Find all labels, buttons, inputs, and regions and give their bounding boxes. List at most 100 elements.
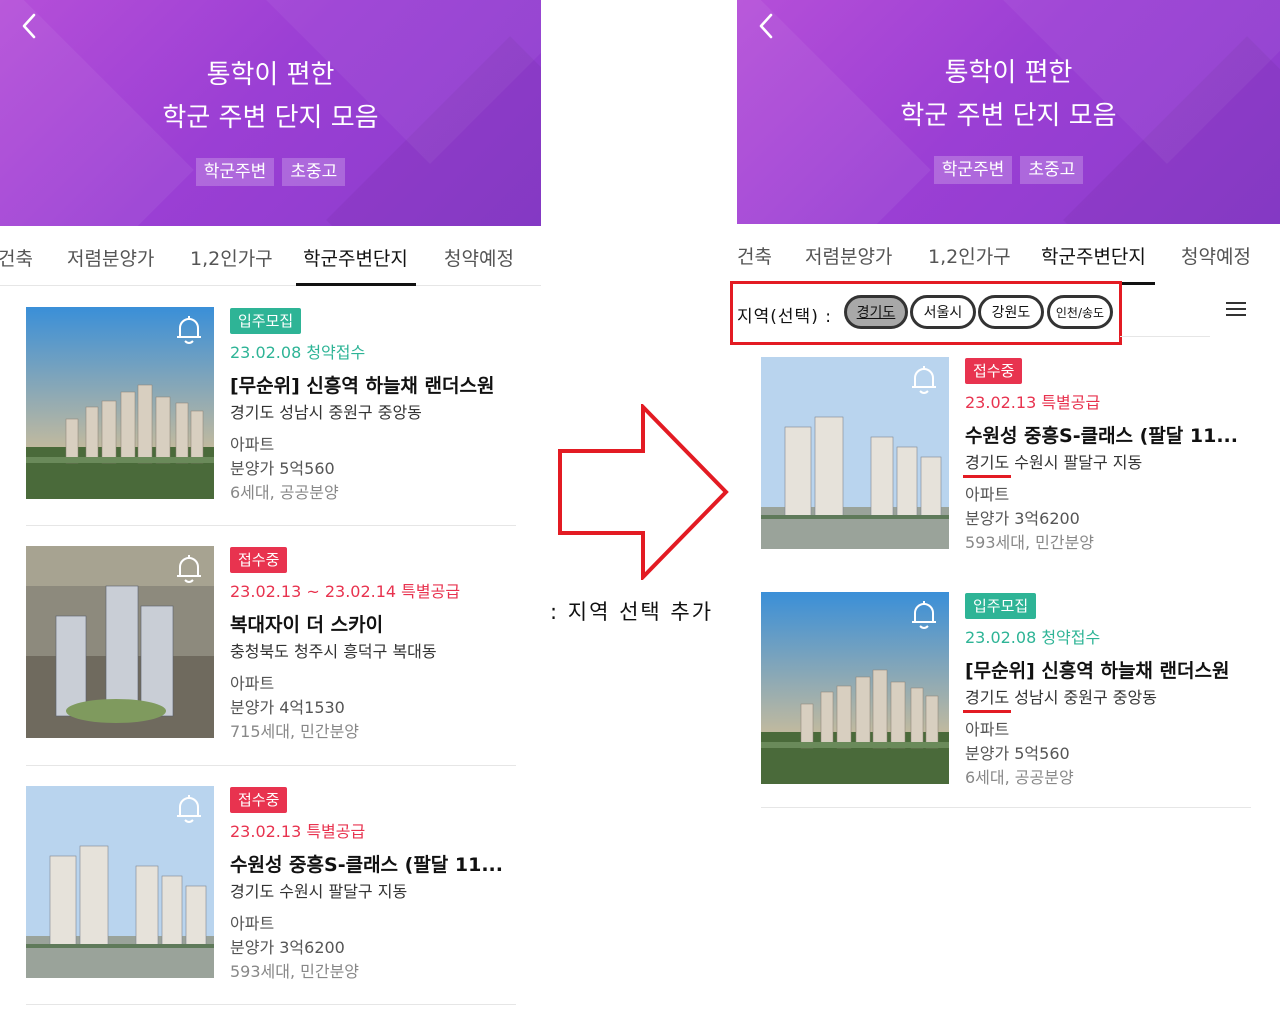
tab-school-district[interactable]: 학군주변단지	[303, 244, 408, 271]
complex-photo	[761, 357, 949, 549]
tab-school-district[interactable]: 학군주변단지	[1041, 242, 1146, 269]
category-tabs: 건축 저렴분양가 1,2인가구 학군주변단지 청약예정	[0, 226, 541, 286]
complex-photo	[26, 307, 214, 499]
sale-price: 분양가 3억6200	[230, 938, 345, 957]
complex-name: 수원성 중흥S-클래스 (팔달 11...	[965, 425, 1238, 447]
complex-address: 경기도 수원시 팔달구 지동	[230, 882, 408, 901]
right-arrow-icon	[558, 404, 729, 580]
tag-school-area: 학군주변	[195, 158, 275, 186]
property-type: 아파트	[230, 914, 275, 933]
region-filter-bar: 지역(선택) : 경기도 서울시 강원도 인천/송도	[730, 281, 1122, 345]
tag-school-area: 학군주변	[933, 156, 1013, 184]
complex-name: [무순위] 신흥역 하늘채 랜더스원	[965, 660, 1230, 682]
unit-count: 593세대, 민간분양	[230, 962, 360, 981]
complex-photo	[761, 592, 949, 784]
region-chip-incheon-songdo[interactable]: 인천/송도	[1047, 295, 1113, 329]
status-badge: 접수중	[230, 547, 288, 573]
listing-card[interactable]: 접수중 23.02.13 특별공급 수원성 중흥S-클래스 (팔달 11... …	[26, 786, 516, 986]
complex-address: 경기도 성남시 중원구 중앙동	[965, 684, 1157, 708]
sale-price: 분양가 4억1530	[230, 698, 345, 717]
bell-icon[interactable]	[172, 552, 206, 586]
sale-price: 분양가 5억560	[965, 744, 1070, 763]
address-detail: 수원시 팔달구 지동	[1009, 453, 1143, 472]
region-filter-label: 지역(선택) :	[737, 307, 832, 327]
unit-count: 715세대, 민간분양	[230, 722, 360, 741]
back-arrow-icon[interactable]	[753, 12, 781, 40]
status-badge: 접수중	[230, 787, 288, 813]
listing-card[interactable]: 입주모집 23.02.08 청약접수 [무순위] 신흥역 하늘채 랜더스원 경기…	[761, 592, 1251, 792]
annotation-caption: : 지역 선택 추가	[550, 600, 714, 624]
schedule-text: 23.02.13 ~ 23.02.14 특별공급	[230, 582, 461, 601]
region-chip-gangwon[interactable]: 강원도	[978, 295, 1044, 329]
highlighted-region: 경기도	[965, 688, 1010, 707]
hero-title-line2: 학군 주변 단지 모음	[900, 101, 1117, 131]
tab-subscription-planned[interactable]: 청약예정	[444, 244, 514, 271]
complex-address: 경기도 성남시 중원구 중앙동	[230, 403, 422, 422]
hero-banner: 통학이 편한 학군 주변 단지 모음 학군주변 초중고	[0, 0, 541, 226]
unit-count: 593세대, 민간분양	[965, 533, 1095, 552]
bell-icon[interactable]	[907, 363, 941, 397]
tab-single-household[interactable]: 1,2인가구	[190, 244, 273, 271]
complex-photo	[26, 786, 214, 978]
tab-single-household[interactable]: 1,2인가구	[928, 242, 1011, 269]
divider	[1120, 336, 1210, 337]
tab-construction[interactable]: 건축	[737, 242, 772, 269]
hero-banner: 통학이 편한 학군 주변 단지 모음 학군주변 초중고	[737, 0, 1280, 224]
listing-card[interactable]: 접수중 23.02.13 ~ 23.02.14 특별공급 복대자이 더 스카이 …	[26, 546, 516, 746]
hero-title: 통학이 편한 학군 주변 단지 모음	[737, 52, 1280, 138]
menu-icon[interactable]	[1226, 302, 1246, 316]
hero-title: 통학이 편한 학군 주변 단지 모음	[0, 54, 541, 140]
tab-subscription-planned[interactable]: 청약예정	[1181, 242, 1251, 269]
complex-address: 경기도 수원시 팔달구 지동	[965, 449, 1142, 473]
highlighted-region: 경기도	[965, 453, 1010, 472]
property-type: 아파트	[965, 720, 1010, 739]
address-detail: 성남시 중원구 중앙동	[1009, 688, 1157, 707]
unit-count: 6세대, 공공분양	[965, 768, 1074, 787]
sale-price: 분양가 5억560	[230, 459, 335, 478]
tab-low-price[interactable]: 저렴분양가	[805, 242, 892, 269]
after-screen: 통학이 편한 학군 주변 단지 모음 학군주변 초중고 건축 저렴분양가 1,2…	[737, 0, 1280, 1019]
divider	[761, 807, 1251, 808]
schedule-text: 23.02.08 청약접수	[230, 343, 366, 362]
region-chip-label: 인천/송도	[1055, 305, 1105, 320]
schedule-text: 23.02.13 특별공급	[965, 393, 1101, 412]
hero-tags: 학군주변 초중고	[0, 158, 541, 186]
region-chip-label: 서울시	[923, 305, 963, 321]
bell-icon[interactable]	[907, 598, 941, 632]
divider	[26, 765, 516, 766]
before-screen: 통학이 편한 학군 주변 단지 모음 학군주변 초중고 건축 저렴분양가 1,2…	[0, 0, 541, 1019]
hero-title-line1: 통학이 편한	[206, 60, 335, 90]
hero-title-line1: 통학이 편한	[944, 58, 1073, 88]
status-badge: 입주모집	[965, 593, 1037, 619]
listing-card[interactable]: 접수중 23.02.13 특별공급 수원성 중흥S-클래스 (팔달 11... …	[761, 357, 1251, 557]
complex-address: 충청북도 청주시 흥덕구 복대동	[230, 642, 437, 661]
bell-icon[interactable]	[172, 792, 206, 826]
sale-price: 분양가 3억6200	[965, 509, 1080, 528]
divider	[26, 1004, 516, 1005]
schedule-text: 23.02.13 특별공급	[230, 822, 366, 841]
tag-schools: 초중고	[282, 158, 346, 186]
region-chip-seoul[interactable]: 서울시	[910, 295, 976, 329]
active-tab-indicator	[296, 283, 416, 286]
unit-count: 6세대, 공공분양	[230, 483, 339, 502]
bell-icon[interactable]	[172, 313, 206, 347]
complex-name: 수원성 중흥S-클래스 (팔달 11...	[230, 854, 503, 876]
property-type: 아파트	[965, 485, 1010, 504]
back-arrow-icon[interactable]	[16, 12, 44, 40]
category-tabs: 건축 저렴분양가 1,2인가구 학군주변단지 청약예정	[737, 224, 1280, 285]
property-type: 아파트	[230, 674, 275, 693]
property-type: 아파트	[230, 435, 275, 454]
tab-low-price[interactable]: 저렴분양가	[67, 244, 154, 271]
hero-tags: 학군주변 초중고	[737, 156, 1280, 184]
hero-title-line2: 학군 주변 단지 모음	[162, 103, 379, 133]
region-chip-label: 경기도	[856, 305, 896, 321]
status-badge: 접수중	[965, 358, 1023, 384]
complex-name: 복대자이 더 스카이	[230, 614, 384, 636]
divider	[26, 525, 516, 526]
complex-name: [무순위] 신흥역 하늘채 랜더스원	[230, 375, 495, 397]
listing-card[interactable]: 입주모집 23.02.08 청약접수 [무순위] 신흥역 하늘채 랜더스원 경기…	[26, 307, 516, 507]
region-chip-gyeonggi[interactable]: 경기도	[844, 295, 908, 329]
region-chip-label: 강원도	[991, 305, 1031, 321]
schedule-text: 23.02.08 청약접수	[965, 628, 1101, 647]
tab-construction[interactable]: 건축	[0, 244, 33, 271]
